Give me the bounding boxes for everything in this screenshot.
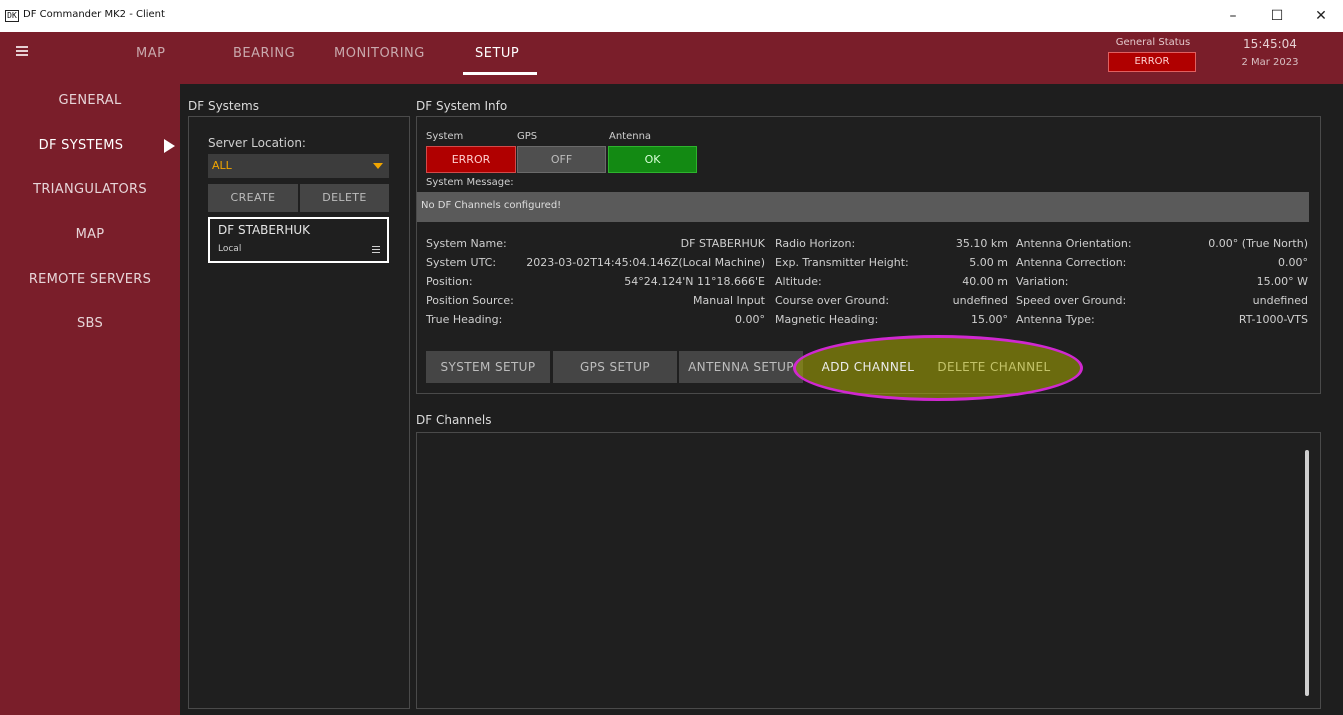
sidebar-item-triangulators[interactable]: TRIANGULATORS bbox=[0, 182, 180, 197]
title-bar: DK DF Commander MK2 - Client – ☐ ✕ bbox=[0, 0, 1343, 32]
gps-status-badge: OFF bbox=[517, 146, 606, 173]
app-window: DK DF Commander MK2 - Client – ☐ ✕ MAP B… bbox=[0, 0, 1343, 715]
add-channel-button[interactable]: ADD CHANNEL bbox=[806, 351, 930, 383]
selected-arrow-icon bbox=[164, 139, 175, 153]
tab-monitoring[interactable]: MONITORING bbox=[334, 46, 425, 61]
system-name-value: DF STABERHUK bbox=[680, 237, 765, 250]
sidebar-item-remote-servers[interactable]: REMOTE SERVERS bbox=[0, 272, 180, 287]
gps-status-label: GPS bbox=[517, 131, 538, 142]
system-status-badge: ERROR bbox=[426, 146, 516, 173]
minimize-button[interactable]: – bbox=[1211, 0, 1255, 32]
tab-setup[interactable]: SETUP bbox=[475, 46, 519, 61]
sog-label: Speed over Ground: bbox=[1016, 294, 1127, 307]
antenna-status-label: Antenna bbox=[609, 131, 652, 142]
exp-tx-height-value: 5.00 m bbox=[969, 256, 1008, 269]
antenna-correction-label: Antenna Correction: bbox=[1016, 256, 1127, 269]
radio-horizon-label: Radio Horizon: bbox=[775, 237, 856, 250]
gps-setup-button[interactable]: GPS SETUP bbox=[553, 351, 677, 383]
system-message-bar: No DF Channels configured! bbox=[417, 192, 1309, 222]
channels-scrollbar[interactable] bbox=[1305, 450, 1309, 696]
magnetic-heading-value: 15.00° bbox=[971, 313, 1008, 326]
df-systems-title: DF Systems bbox=[188, 99, 259, 113]
delete-button[interactable]: DELETE bbox=[300, 184, 389, 212]
window-title: DF Commander MK2 - Client bbox=[23, 9, 165, 20]
df-system-location: Local bbox=[218, 244, 242, 254]
antenna-orientation-label: Antenna Orientation: bbox=[1016, 237, 1132, 250]
maximize-button[interactable]: ☐ bbox=[1255, 0, 1299, 32]
cog-value: undefined bbox=[952, 294, 1008, 307]
system-name-label: System Name: bbox=[426, 237, 507, 250]
system-utc-label: System UTC: bbox=[426, 256, 497, 269]
variation-value: 15.00° W bbox=[1256, 275, 1308, 288]
antenna-type-value: RT-1000-VTS bbox=[1238, 313, 1308, 326]
position-source-label: Position Source: bbox=[426, 294, 514, 307]
general-status-badge: ERROR bbox=[1108, 52, 1196, 72]
df-system-info-title: DF System Info bbox=[416, 99, 508, 113]
chevron-down-icon bbox=[373, 163, 383, 169]
df-channels-panel bbox=[416, 432, 1321, 709]
position-value: 54°24.124'N 11°18.666'E bbox=[624, 275, 765, 288]
delete-channel-button[interactable]: DELETE CHANNEL bbox=[932, 351, 1056, 383]
cog-label: Course over Ground: bbox=[775, 294, 890, 307]
tab-map[interactable]: MAP bbox=[136, 46, 165, 61]
sidebar-item-df-systems[interactable]: DF SYSTEMS bbox=[0, 138, 162, 153]
system-utc-value: 2023-03-02T14:45:04.146Z(Local Machine) bbox=[526, 256, 765, 269]
magnetic-heading-label: Magnetic Heading: bbox=[775, 313, 879, 326]
general-status-label: General Status bbox=[1115, 37, 1191, 48]
clock-date: 2 Mar 2023 bbox=[1241, 57, 1299, 68]
sidebar-item-map[interactable]: MAP bbox=[0, 227, 180, 242]
antenna-correction-value: 0.00° bbox=[1278, 256, 1308, 269]
sog-value: undefined bbox=[1252, 294, 1308, 307]
system-setup-button[interactable]: SYSTEM SETUP bbox=[426, 351, 550, 383]
server-location-label: Server Location: bbox=[208, 136, 306, 150]
sidebar bbox=[0, 84, 180, 715]
antenna-orientation-value: 0.00° (True North) bbox=[1208, 237, 1308, 250]
tab-bearing[interactable]: BEARING bbox=[233, 46, 295, 61]
df-system-card[interactable]: DF STABERHUK Local bbox=[208, 217, 389, 263]
exp-tx-height-label: Exp. Transmitter Height: bbox=[775, 256, 909, 269]
altitude-value: 40.00 m bbox=[962, 275, 1008, 288]
app-icon: DK bbox=[5, 10, 19, 22]
sidebar-item-sbs[interactable]: SBS bbox=[0, 316, 180, 331]
system-message-label: System Message: bbox=[426, 177, 514, 188]
position-source-value: Manual Input bbox=[693, 294, 765, 307]
server-location-dropdown[interactable]: ALL bbox=[208, 154, 389, 178]
variation-label: Variation: bbox=[1016, 275, 1069, 288]
antenna-type-label: Antenna Type: bbox=[1016, 313, 1095, 326]
server-location-value: ALL bbox=[212, 159, 232, 172]
df-channels-title: DF Channels bbox=[416, 413, 492, 427]
system-message-text: No DF Channels configured! bbox=[421, 200, 562, 211]
position-label: Position: bbox=[426, 275, 473, 288]
altitude-label: Altitude: bbox=[775, 275, 822, 288]
radio-horizon-value: 35.10 km bbox=[955, 237, 1008, 250]
true-heading-value: 0.00° bbox=[735, 313, 765, 326]
antenna-status-badge: OK bbox=[608, 146, 697, 173]
clock-time: 15:45:04 bbox=[1243, 37, 1297, 51]
df-system-name: DF STABERHUK bbox=[218, 223, 311, 237]
hamburger-menu-icon[interactable] bbox=[16, 46, 28, 56]
sidebar-item-general[interactable]: GENERAL bbox=[0, 93, 180, 108]
antenna-setup-button[interactable]: ANTENNA SETUP bbox=[679, 351, 803, 383]
true-heading-label: True Heading: bbox=[426, 313, 503, 326]
create-button[interactable]: CREATE bbox=[208, 184, 298, 212]
system-status-label: System bbox=[426, 131, 464, 142]
close-button[interactable]: ✕ bbox=[1299, 0, 1343, 32]
active-tab-indicator bbox=[463, 72, 537, 75]
menu-icon[interactable] bbox=[372, 246, 380, 253]
